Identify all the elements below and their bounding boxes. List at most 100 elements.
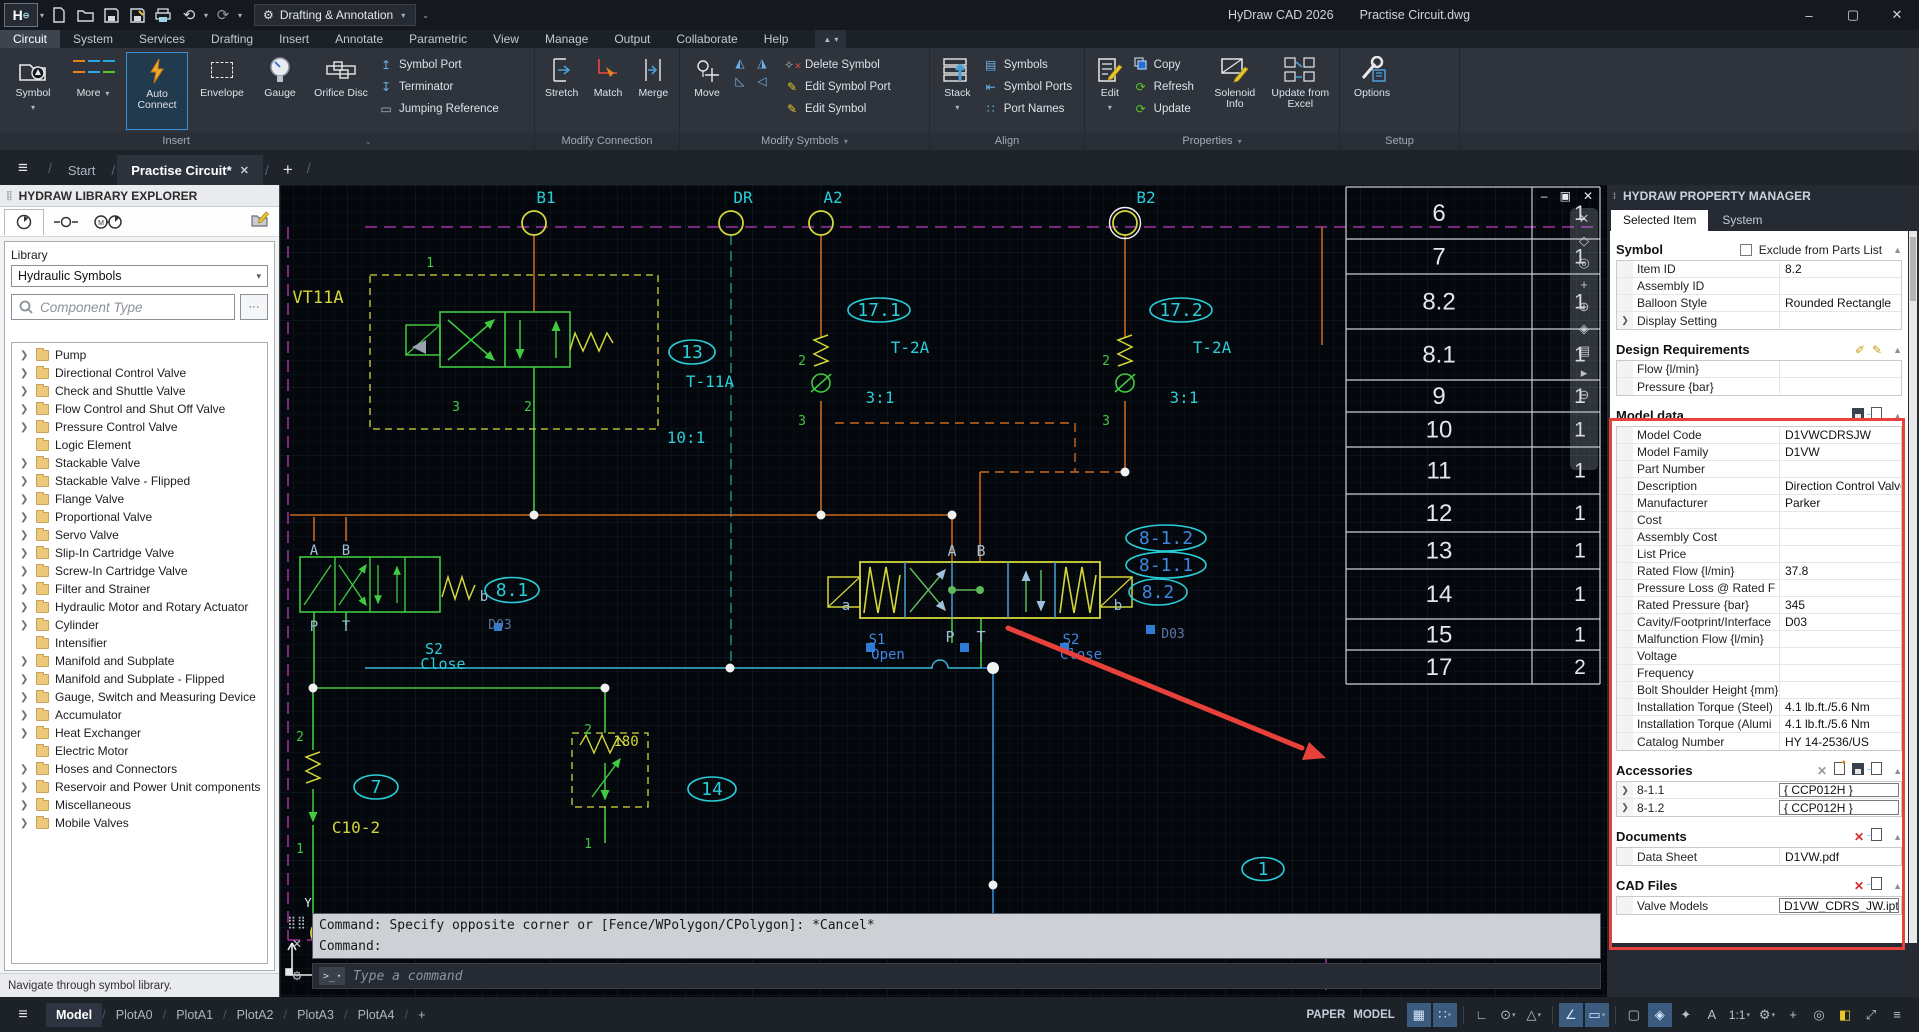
polar-tracking-icon[interactable]: ⊙▾	[1496, 1003, 1520, 1027]
mirror-icon[interactable]: ◮	[754, 56, 770, 70]
align-symbol-ports-button[interactable]: ⇤Symbol Ports	[983, 78, 1080, 96]
plot-icon[interactable]	[150, 3, 176, 27]
property-value[interactable]: Direction Control Valve	[1779, 478, 1901, 494]
property-row[interactable]: Flow {l/min}	[1617, 361, 1901, 378]
chevron-right-icon[interactable]: ❯	[20, 512, 30, 523]
property-value[interactable]: Rounded Rectangle	[1779, 295, 1901, 311]
navbar-icon[interactable]: ⊕	[1579, 300, 1590, 313]
tree-item[interactable]: ❯Check and Shuttle Valve	[12, 382, 267, 400]
navbar-icon[interactable]: ▤	[1578, 344, 1590, 357]
delete-red-icon[interactable]: ✕	[1854, 877, 1864, 895]
component-type-search-input[interactable]: Component Type	[11, 294, 235, 320]
workspace-extra-caret-icon[interactable]: ⌄	[422, 11, 429, 20]
property-value[interactable]	[1779, 312, 1901, 329]
envelope-button[interactable]: Envelope	[190, 52, 254, 130]
property-row[interactable]: Assembly ID	[1617, 278, 1901, 295]
navbar-icon[interactable]: ◈	[1579, 322, 1589, 335]
property-row[interactable]: Rated Pressure {bar}345	[1617, 597, 1901, 614]
rotate-right-icon[interactable]: ◺	[732, 74, 748, 88]
command-wrench-icon[interactable]: ⚙	[292, 969, 303, 983]
tree-item[interactable]: ❯Flange Valve	[12, 490, 267, 508]
solenoid-info-button[interactable]: Solenoid Info	[1206, 52, 1264, 130]
app-logo[interactable]: H⊖	[4, 3, 38, 27]
close-tab-icon[interactable]: ✕	[240, 164, 249, 177]
update-properties-button[interactable]: ⟳Update	[1133, 100, 1204, 118]
property-row[interactable]: Assembly Cost	[1617, 529, 1901, 546]
more-button[interactable]: More ▾	[64, 52, 124, 130]
ribbon-tab-parametric[interactable]: Parametric	[396, 30, 480, 48]
navbar-icon[interactable]: ◎	[1578, 256, 1589, 269]
options-button[interactable]: Options	[1344, 52, 1400, 130]
export-icon[interactable]	[1871, 828, 1882, 846]
ribbon-tab-insert[interactable]: Insert	[266, 30, 322, 48]
ribbon-tab-circuit[interactable]: Circuit	[0, 30, 60, 48]
tree-item[interactable]: Intensifier	[12, 634, 267, 652]
property-row[interactable]: Voltage	[1617, 648, 1901, 665]
property-value[interactable]: 4.1 lb.ft./5.6 Nm	[1779, 716, 1901, 732]
property-row[interactable]: Rated Flow {l/min}37.8	[1617, 563, 1901, 580]
edit-library-icon[interactable]	[251, 211, 269, 232]
command-grip-icon[interactable]: ⣿⣿	[287, 915, 307, 929]
property-value[interactable]: Parker	[1779, 495, 1901, 511]
property-row[interactable]: Cost	[1617, 512, 1901, 529]
delete-red-icon[interactable]: ✕	[1854, 828, 1864, 846]
tree-item[interactable]: ❯Pump	[12, 346, 267, 364]
property-row[interactable]: DescriptionDirection Control Valve	[1617, 478, 1901, 495]
property-value[interactable]: HY 14-2536/US	[1779, 733, 1901, 750]
group-label-insert[interactable]: Insert⌄	[0, 132, 535, 150]
property-value[interactable]: D1VW	[1779, 444, 1901, 460]
navbar-icon[interactable]: ◇	[1579, 234, 1589, 247]
drawing-minimize-icon[interactable]: –	[1541, 189, 1548, 203]
chevron-right-icon[interactable]: ❯	[1617, 312, 1633, 329]
command-input[interactable]: >_▾ Type a command	[312, 963, 1601, 989]
chevron-right-icon[interactable]: ❯	[20, 764, 30, 775]
tree-item[interactable]: ❯Flow Control and Shut Off Valve	[12, 400, 267, 418]
property-row[interactable]: ❯Display Setting	[1617, 312, 1901, 329]
paper-toggle[interactable]: PAPER	[1306, 1009, 1345, 1021]
chevron-right-icon[interactable]: ❯	[20, 602, 30, 613]
chevron-right-icon[interactable]: ❯	[20, 530, 30, 541]
edit-properties-button[interactable]: Edit▾	[1089, 52, 1131, 130]
chevron-right-icon[interactable]: ❯	[20, 476, 30, 487]
layout-tab-plota4[interactable]: PlotA4	[348, 1003, 405, 1027]
navbar-icon[interactable]: +	[1580, 278, 1588, 291]
save-icon[interactable]	[1852, 762, 1864, 780]
layout-tab-model[interactable]: Model	[46, 1003, 102, 1027]
ribbon-tab-system[interactable]: System	[60, 30, 126, 48]
tree-item[interactable]: ❯Gauge, Switch and Measuring Device	[12, 688, 267, 706]
tree-item[interactable]: ❯Proportional Valve	[12, 508, 267, 526]
property-value[interactable]: 8.2	[1779, 261, 1901, 277]
scrollbar[interactable]	[1909, 231, 1917, 943]
close-button[interactable]: ✕	[1875, 0, 1919, 30]
grid-icon[interactable]: ▦	[1407, 1003, 1431, 1027]
ribbon-tab-drafting[interactable]: Drafting	[198, 30, 266, 48]
file-tab-start[interactable]: Start	[54, 155, 109, 185]
tree-item[interactable]: Electric Motor	[12, 742, 267, 760]
tree-item[interactable]: ❯Stackable Valve	[12, 454, 267, 472]
open-file-icon[interactable]	[72, 3, 98, 27]
chevron-right-icon[interactable]: ❯	[20, 710, 30, 721]
property-value[interactable]	[1779, 461, 1901, 477]
property-value[interactable]	[1779, 278, 1901, 294]
ribbon-toggle[interactable]: ▲▾	[815, 30, 846, 48]
tree-item[interactable]: ❯Heat Exchanger	[12, 724, 267, 742]
property-value[interactable]: D1VW.pdf	[1779, 848, 1901, 865]
layout-tab-plota3[interactable]: PlotA3	[287, 1003, 344, 1027]
property-value[interactable]	[1779, 361, 1901, 377]
ribbon-tab-output[interactable]: Output	[601, 30, 663, 48]
ortho-icon[interactable]: ∟	[1470, 1003, 1494, 1027]
navigation-bar[interactable]: ✕◇◎+⊕◈▤▸⊖	[1570, 208, 1598, 470]
drawing-restore-icon[interactable]: ▣	[1560, 189, 1571, 203]
object-snap-icon[interactable]: ▭▾	[1585, 1003, 1609, 1027]
tree-item[interactable]: ❯Directional Control Valve	[12, 364, 267, 382]
property-row[interactable]: Cavity/Footprint/InterfaceD03	[1617, 614, 1901, 631]
property-value[interactable]	[1779, 682, 1901, 698]
tree-item[interactable]: ❯Filter and Strainer	[12, 580, 267, 598]
search-more-button[interactable]: ···	[240, 294, 268, 320]
command-history[interactable]: Command: Specify opposite corner or [Fen…	[312, 913, 1601, 959]
property-value[interactable]: { CCP012H }	[1779, 800, 1899, 815]
tree-item[interactable]: Logic Element	[12, 436, 267, 454]
chevron-right-icon[interactable]: ❯	[20, 548, 30, 559]
property-value[interactable]	[1779, 665, 1901, 681]
tree-item[interactable]: ❯Screw-In Cartridge Valve	[12, 562, 267, 580]
